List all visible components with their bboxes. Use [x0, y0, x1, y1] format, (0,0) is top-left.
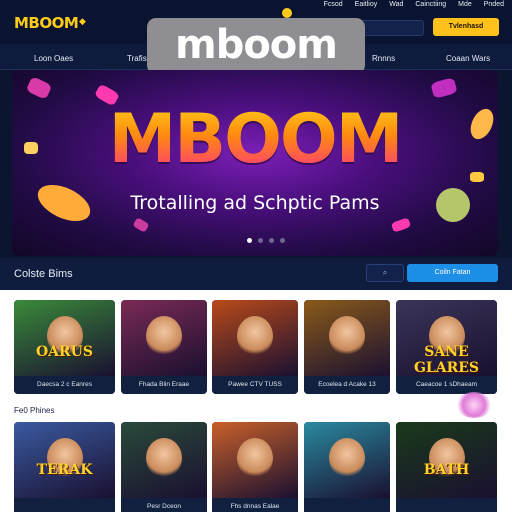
game-caption: Fhs dnnas Ealae	[212, 498, 298, 512]
site-logo[interactable]: MBOOM	[14, 14, 79, 32]
game-card[interactable]: Pesr Dceon	[121, 422, 207, 512]
game-card[interactable]: Pawee CTV TUSS	[212, 300, 298, 394]
game-title: BATH	[423, 462, 470, 478]
top-link[interactable]: Eaitlioy	[355, 1, 378, 8]
game-card[interactable]	[304, 422, 390, 512]
character-figure	[146, 316, 182, 356]
top-link[interactable]: Cainctiing	[415, 1, 446, 8]
hero-subtitle: Trotalling ad Schptic Pams	[130, 192, 380, 214]
carousel-dot[interactable]	[258, 238, 263, 243]
game-thumbnail	[396, 422, 497, 498]
game-thumbnail	[14, 422, 115, 498]
game-thumbnail	[212, 300, 298, 376]
game-title: SANE GLARES	[413, 344, 480, 376]
gem-icon	[430, 77, 458, 99]
game-caption: Ecoelea d Acake 13	[304, 376, 390, 394]
search-icon[interactable]: ⌕	[366, 264, 404, 282]
game-thumbnail	[304, 422, 390, 498]
nav-item[interactable]: Rnnns	[372, 54, 395, 63]
game-caption	[396, 498, 497, 512]
carousel-dot[interactable]	[247, 238, 252, 243]
hero-banner[interactable]: MBOOM MBOOM Trotalling ad Schptic Pams	[12, 70, 498, 256]
game-caption: Fhada Blin Eraae	[121, 376, 207, 394]
game-caption: Pawee CTV TUSS	[212, 376, 298, 394]
gem-icon	[132, 217, 150, 233]
game-card[interactable]: Fhs dnnas Ealae	[212, 422, 298, 512]
header-cta-button[interactable]: Tvlenhasd	[433, 18, 499, 36]
coin-icon	[282, 8, 292, 18]
game-thumbnail	[121, 422, 207, 498]
hero-title: MBOOM	[12, 100, 498, 179]
game-card[interactable]: OARUS Daecsa 2 c Eanres	[14, 300, 115, 394]
gem-icon	[25, 76, 53, 100]
game-caption: Pesr Dceon	[121, 498, 207, 512]
row-label: Fe0 Phines	[14, 406, 55, 415]
game-title: OARUS	[35, 344, 93, 360]
top-link[interactable]: Mde	[458, 1, 472, 8]
nav-item[interactable]: Coaan Wars	[446, 54, 490, 63]
game-card[interactable]: Ecoelea d Acake 13	[304, 300, 390, 394]
top-link[interactable]: Wad	[389, 1, 403, 8]
section-title: Colste Bims	[14, 268, 73, 280]
game-card[interactable]: TERAK	[14, 422, 115, 512]
carousel-dot[interactable]	[269, 238, 274, 243]
nav-item[interactable]: Trafis	[127, 54, 147, 63]
top-links: Fcsod Eaitlioy Wad Cainctiing Mde Pnded	[324, 1, 504, 8]
carousel-dot[interactable]	[280, 238, 285, 243]
game-caption	[14, 498, 115, 512]
game-thumbnail	[121, 300, 207, 376]
brand-overlay: mboom	[147, 18, 365, 74]
game-thumbnail	[304, 300, 390, 376]
game-caption: Caeacoe 1 sDhaeam	[396, 376, 497, 394]
game-thumbnail	[14, 300, 115, 376]
character-figure	[237, 438, 273, 478]
character-figure	[237, 316, 273, 356]
character-figure	[329, 316, 365, 356]
game-caption: Daecsa 2 c Eanres	[14, 376, 115, 394]
top-link[interactable]: Pnded	[484, 1, 504, 8]
gem-icon	[390, 217, 412, 233]
game-card[interactable]: SANE GLARES Caeacoe 1 sDhaeam	[396, 300, 497, 394]
game-title: TERAK	[36, 462, 93, 478]
game-card[interactable]: Fhada Blin Eraae	[121, 300, 207, 394]
game-card[interactable]: BATH	[396, 422, 497, 512]
top-link[interactable]: Fcsod	[324, 1, 343, 8]
header-search-input[interactable]	[360, 20, 424, 36]
glow-orb-icon	[456, 392, 492, 418]
carousel-dots	[247, 238, 285, 243]
logo-mark-icon: ◆	[79, 16, 86, 26]
game-thumbnail	[212, 422, 298, 498]
game-caption	[304, 498, 390, 512]
section-cta-button[interactable]: Coiln Fatan	[407, 264, 498, 282]
character-figure	[329, 438, 365, 478]
nav-item[interactable]: Loon Oaes	[34, 54, 73, 63]
character-figure	[146, 438, 182, 478]
